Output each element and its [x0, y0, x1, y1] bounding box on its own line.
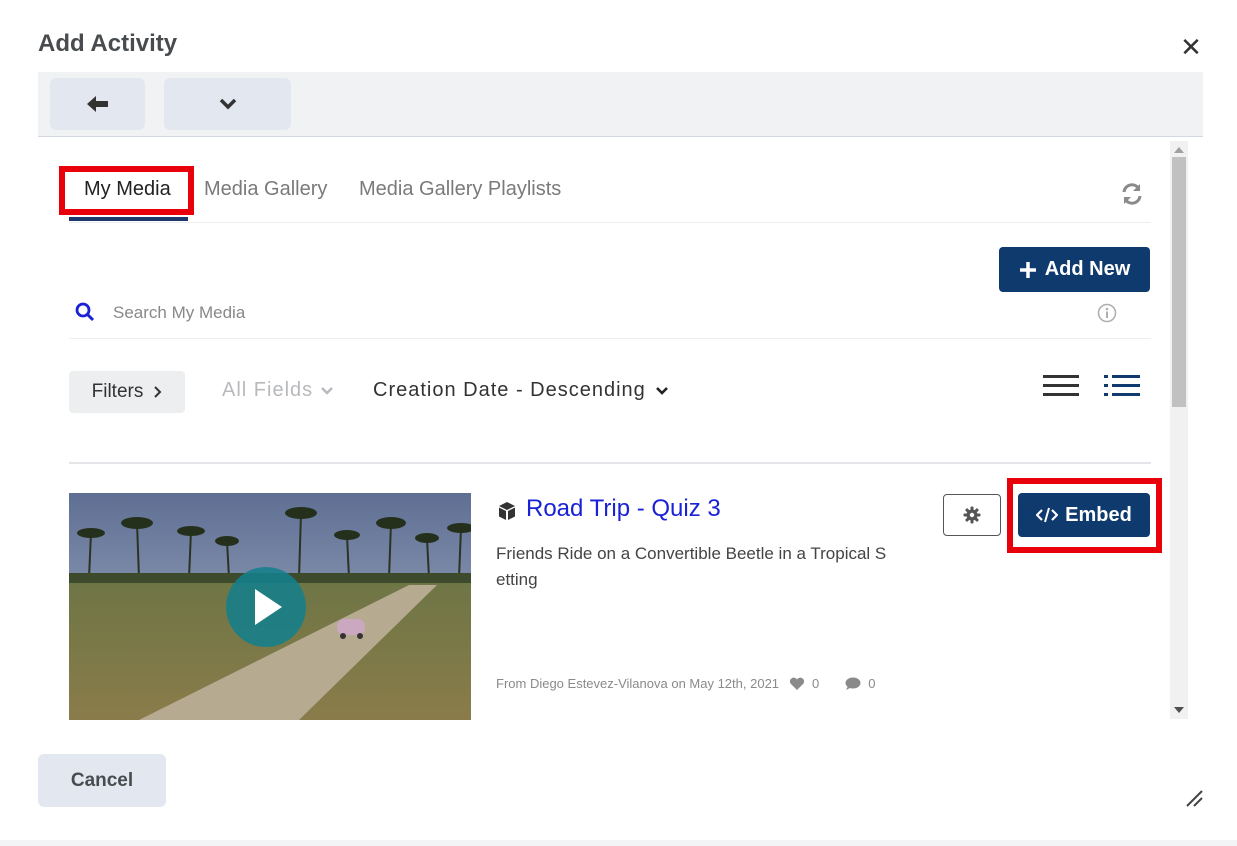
- search-input[interactable]: [111, 298, 1015, 328]
- embed-label: Embed: [1065, 503, 1132, 526]
- chevron-down-icon: [219, 98, 236, 110]
- toolbar: [38, 72, 1203, 137]
- code-icon: [1036, 507, 1059, 523]
- dialog-bottom-edge: [0, 840, 1237, 846]
- scroll-thumb[interactable]: [1172, 157, 1186, 407]
- add-new-button[interactable]: Add New: [999, 247, 1150, 292]
- filters-button[interactable]: Filters: [69, 371, 185, 413]
- scroll-down-arrow[interactable]: [1174, 707, 1184, 713]
- arrow-left-icon: [86, 96, 108, 112]
- tab-my-media[interactable]: My Media: [84, 178, 171, 201]
- filters-label: Filters: [91, 381, 144, 402]
- tab-media-gallery[interactable]: Media Gallery: [204, 178, 327, 201]
- frame-scrollbar[interactable]: [1170, 141, 1188, 719]
- plus-icon: [1019, 261, 1036, 278]
- cube-icon: [499, 502, 515, 520]
- comments-count: 0: [868, 676, 876, 691]
- close-icon[interactable]: ✕: [1178, 34, 1204, 60]
- info-icon[interactable]: [1097, 303, 1117, 323]
- entry-meta: From Diego Estevez-Vilanova on May 12th,…: [496, 676, 902, 691]
- search-icon[interactable]: [75, 302, 95, 322]
- refresh-icon[interactable]: [1120, 182, 1144, 206]
- embed-button[interactable]: Embed: [1018, 493, 1150, 537]
- list-divider: [69, 462, 1151, 464]
- back-button[interactable]: [50, 78, 145, 130]
- add-activity-dialog: Add Activity ✕ My Media Media Gallery Me…: [0, 0, 1237, 846]
- add-new-label: Add New: [1044, 258, 1131, 280]
- more-options-button[interactable]: [164, 78, 291, 130]
- cancel-button[interactable]: Cancel: [38, 754, 166, 807]
- entry-title-link[interactable]: Road Trip - Quiz 3: [526, 495, 721, 523]
- play-button[interactable]: [226, 567, 306, 647]
- chevron-down-icon: [655, 386, 668, 395]
- media-tabs: My Media Media Gallery Media Gallery Pla…: [69, 174, 1151, 223]
- active-tab-indicator: [69, 217, 188, 221]
- likes-count: 0: [812, 676, 820, 691]
- comment-icon: [845, 677, 861, 690]
- fields-label: All Fields: [222, 379, 314, 401]
- chevron-right-icon: [154, 386, 162, 398]
- media-thumbnail[interactable]: [69, 493, 471, 720]
- sort-label: Creation Date - Descending: [373, 379, 646, 401]
- sort-dropdown[interactable]: Creation Date - Descending: [373, 379, 668, 402]
- entry-author-date: From Diego Estevez-Vilanova on May 12th,…: [496, 676, 780, 691]
- gear-icon: [963, 506, 981, 524]
- resize-handle-icon[interactable]: [1184, 788, 1204, 808]
- settings-button[interactable]: [943, 494, 1001, 536]
- chevron-down-icon: [321, 386, 333, 395]
- fields-dropdown[interactable]: All Fields: [222, 379, 333, 402]
- play-icon: [255, 589, 282, 625]
- tab-media-gallery-playlists[interactable]: Media Gallery Playlists: [359, 178, 561, 201]
- media-frame: My Media Media Gallery Media Gallery Pla…: [38, 138, 1190, 720]
- list-view-icon[interactable]: [1043, 374, 1079, 398]
- heart-icon: [789, 677, 805, 690]
- scroll-up-arrow[interactable]: [1174, 147, 1184, 153]
- detailed-view-icon[interactable]: [1104, 374, 1140, 398]
- dialog-title: Add Activity: [38, 30, 178, 57]
- search-bar: [69, 288, 1151, 339]
- entry-description: Friends Ride on a Convertible Beetle in …: [496, 544, 887, 589]
